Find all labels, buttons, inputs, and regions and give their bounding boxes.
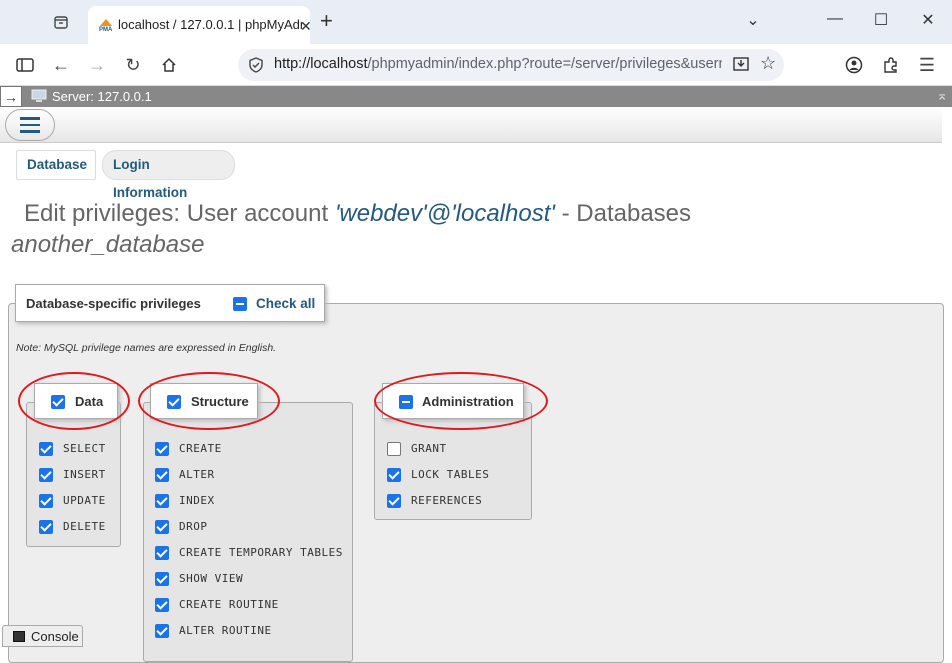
tab-list-icon[interactable]: ⌄ <box>741 10 765 30</box>
navigation-toggle-arrow-icon[interactable]: → <box>0 86 22 107</box>
back-icon[interactable]: ← <box>49 53 73 77</box>
url-text: http://localhost/phpmyadmin/index.php?ro… <box>274 56 722 72</box>
structure-group <box>143 402 353 662</box>
close-tab-icon[interactable]: ✕ <box>300 18 312 35</box>
server-icon <box>31 89 47 103</box>
browser-tab[interactable]: PMA localhost / 127.0.0.1 | phpMyAdmin ✕ <box>88 6 312 44</box>
maximize-icon[interactable]: ☐ <box>869 10 893 30</box>
highlight-ellipse-data <box>18 372 130 430</box>
check-all-label[interactable]: Check all <box>256 296 315 311</box>
new-tab-button[interactable]: + <box>320 10 333 32</box>
extensions-icon[interactable] <box>879 53 903 77</box>
bookmark-star-icon[interactable]: ☆ <box>760 53 776 74</box>
reload-icon[interactable]: ↻ <box>121 53 145 77</box>
site-info-icon[interactable] <box>246 55 266 75</box>
highlight-ellipse-administration <box>374 372 548 430</box>
privilege-note: Note: MySQL privilege names are expresse… <box>16 342 277 354</box>
privileges-legend: Database-specific privileges Check all <box>15 284 325 322</box>
hamburger-menu-button[interactable] <box>5 109 55 141</box>
database-name: another_database <box>11 231 205 258</box>
server-breadcrumb-bar: → Server: 127.0.0.1 ⌅ <box>0 86 952 107</box>
server-label[interactable]: Server: 127.0.0.1 <box>52 89 152 104</box>
tab-login-information[interactable]: Login Information <box>102 150 235 200</box>
console-icon <box>13 631 25 642</box>
close-window-icon[interactable]: ✕ <box>916 10 940 30</box>
minimize-icon[interactable]: — <box>823 10 847 28</box>
home-icon[interactable] <box>157 53 181 77</box>
highlight-ellipse-structure <box>138 372 280 430</box>
menu-icon[interactable]: ☰ <box>915 53 939 77</box>
collapse-icon[interactable]: ⌅ <box>936 87 948 104</box>
browser-toolbar: ← → ↻ http://localhost/phpmyadmin/index.… <box>0 44 952 86</box>
pma-menubar <box>0 107 942 143</box>
page-title: Edit privileges: User account 'webdev'@'… <box>24 200 692 227</box>
svg-text:PMA: PMA <box>99 27 113 32</box>
forward-icon[interactable]: → <box>85 53 109 77</box>
tab-search-icon[interactable] <box>50 11 72 33</box>
address-bar[interactable]: http://localhost/phpmyadmin/index.php?ro… <box>238 49 784 81</box>
check-all-checkbox[interactable] <box>233 297 247 311</box>
legend-title: Database-specific privileges <box>26 296 201 311</box>
browser-tab-strip: PMA localhost / 127.0.0.1 | phpMyAdmin ✕… <box>0 0 952 44</box>
profile-icon[interactable] <box>842 53 866 77</box>
tab-database[interactable]: Database <box>16 150 96 180</box>
user-account-link[interactable]: 'webdev'@'localhost' <box>335 200 555 227</box>
install-app-icon[interactable] <box>732 55 750 78</box>
phpmyadmin-favicon: PMA <box>98 16 114 33</box>
console-button[interactable]: Console <box>2 625 83 647</box>
sidebar-toggle-icon[interactable] <box>13 53 37 77</box>
tab-title: localhost / 127.0.0.1 | phpMyAdmin <box>118 17 303 32</box>
console-label: Console <box>31 629 79 644</box>
